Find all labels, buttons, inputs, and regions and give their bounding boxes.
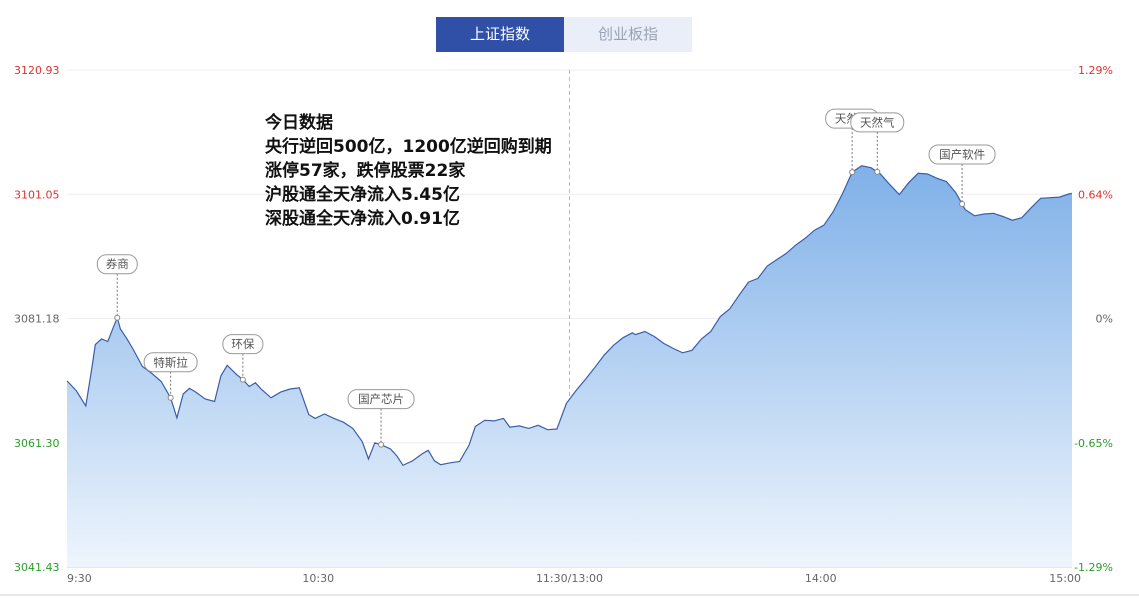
summary-line: 沪股通全天净流入5.45亿: [265, 185, 460, 205]
x-tick-label: 9:30: [67, 572, 92, 585]
x-tick-label: 14:00: [805, 572, 837, 585]
tag-point: [959, 200, 966, 207]
y-tick-label-right: 1.29%: [1078, 64, 1113, 77]
y-tick-label-left: 3081.18: [14, 313, 60, 326]
x-tick-label: 11:30/13:00: [536, 572, 603, 585]
y-tick-label-left: 3101.05: [14, 188, 60, 201]
intraday-chart: 3120.93 3101.05 3081.18 3061.30 3041.43 1.29%…: [14, 64, 1113, 585]
tag-point: [167, 394, 174, 401]
summary-line: 涨停57家，跌停股票22家: [265, 161, 466, 181]
summary-title: 今日数据: [265, 113, 333, 133]
summary-line: 央行逆回500亿，1200亿逆回购到期: [265, 137, 552, 157]
x-tick-label: 10:30: [302, 572, 334, 585]
tag-label: 天然气: [860, 115, 895, 129]
y-tick-label-right: 0.64%: [1078, 188, 1113, 201]
event-tag: 天然气: [850, 112, 905, 175]
y-tick-label-left: 3061.30: [14, 437, 60, 450]
summary-line: 深股通全天净流入0.91亿: [265, 209, 460, 229]
bottom-divider: [0, 594, 1139, 596]
y-tick-label-left: 3120.93: [14, 64, 60, 77]
tag-label: 国产软件: [939, 147, 985, 161]
tag-label: 国产芯片: [358, 392, 404, 406]
tag-point: [874, 168, 881, 175]
tag-point: [239, 376, 246, 383]
y-tick-label-left: 3041.43: [14, 561, 60, 574]
daily-summary: 今日数据 央行逆回500亿，1200亿逆回购到期 涨停57家，跌停股票22家 沪…: [265, 111, 552, 231]
tag-label: 环保: [231, 337, 254, 351]
tag-point: [378, 441, 385, 448]
x-tick-label: 15:00: [1049, 572, 1081, 585]
y-tick-label-right: 0%: [1096, 313, 1113, 326]
tag-point: [114, 314, 121, 321]
tag-label: 券商: [106, 257, 129, 271]
event-tag: 券商: [96, 254, 138, 321]
tag-label: 特斯拉: [153, 355, 188, 369]
tag-point: [849, 169, 856, 176]
y-tick-label-right: -0.65%: [1074, 437, 1113, 450]
